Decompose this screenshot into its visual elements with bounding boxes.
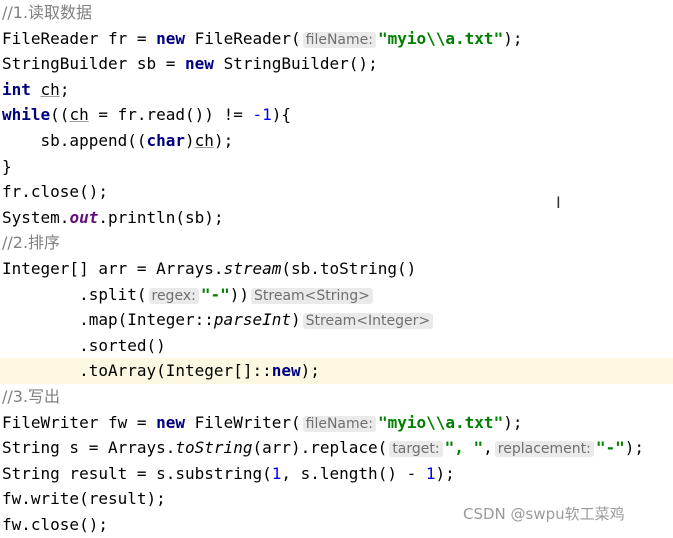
keyword-new: new bbox=[271, 361, 301, 381]
code-line-17[interactable]: FileWriter fw = new FileWriter(fileName:… bbox=[0, 410, 673, 436]
code-text: ); bbox=[624, 438, 645, 458]
code-text: .split( bbox=[2, 284, 147, 304]
code-text: .map(Integer:: bbox=[2, 310, 214, 330]
number-literal: -1 bbox=[252, 105, 272, 125]
param-hint: fileName: bbox=[302, 31, 376, 48]
code-text: ){ bbox=[271, 105, 291, 125]
code-text: StringBuilder(); bbox=[213, 54, 378, 74]
keyword-new: new bbox=[156, 412, 186, 432]
string-literal: "myio\\a.txt" bbox=[377, 412, 504, 432]
param-hint: replacement: bbox=[494, 441, 594, 458]
code-text: (sb.toString() bbox=[281, 259, 417, 278]
code-text: sb.append(( bbox=[2, 131, 147, 150]
code-text: System. bbox=[2, 207, 70, 227]
code-line-6[interactable]: sb.append((char)ch); bbox=[0, 128, 673, 154]
code-line-18[interactable]: String s = Arrays.toString(arr).replace(… bbox=[0, 435, 673, 461]
static-field-out: out bbox=[69, 207, 99, 227]
code-line-3[interactable]: StringBuilder sb = new StringBuilder(); bbox=[0, 51, 673, 77]
number-literal: 1 bbox=[271, 463, 282, 483]
code-text: ) bbox=[290, 310, 301, 330]
code-text: fw.close(); bbox=[2, 515, 108, 534]
code-text: (arr).replace( bbox=[252, 438, 388, 458]
code-text: ); bbox=[503, 412, 523, 432]
method-tostring: toString bbox=[175, 438, 253, 458]
code-text: ); bbox=[213, 131, 234, 150]
method-stream: stream bbox=[223, 259, 282, 278]
code-line-13[interactable]: .map(Integer::parseInt) Stream<Integer> bbox=[0, 307, 673, 333]
code-text: String result = s.substring( bbox=[2, 463, 272, 483]
string-literal: "myio\\a.txt" bbox=[377, 28, 504, 48]
code-line-5[interactable]: while((ch = fr.read()) != -1){ bbox=[0, 102, 673, 128]
code-comment: //3.写出 bbox=[2, 387, 61, 406]
code-line-2[interactable]: FileReader fr = new FileReader(fileName:… bbox=[0, 26, 673, 52]
keyword-int: int bbox=[2, 79, 31, 99]
code-text: fw.write(result); bbox=[2, 489, 166, 509]
code-line-4[interactable]: int ch; bbox=[0, 77, 673, 103]
code-text: ); bbox=[300, 361, 320, 381]
number-literal: 1 bbox=[425, 463, 436, 483]
code-text: String s = Arrays. bbox=[2, 438, 176, 458]
code-line-14[interactable]: .sorted() bbox=[0, 333, 673, 359]
code-text: , bbox=[483, 438, 493, 458]
param-hint: regex: bbox=[148, 287, 199, 304]
code-comment: //2.排序 bbox=[2, 233, 61, 253]
code-text: Integer[] arr = Arrays. bbox=[2, 259, 224, 278]
code-text: FileWriter fw = bbox=[2, 412, 157, 432]
code-text: FileReader( bbox=[185, 28, 301, 48]
code-text: FileReader fr = bbox=[2, 28, 157, 48]
code-text: ); bbox=[435, 463, 455, 483]
code-text: FileWriter( bbox=[185, 412, 301, 432]
code-text: .toArray(Integer[]:: bbox=[2, 361, 272, 381]
watermark: CSDN @swpu软工菜鸡 bbox=[463, 505, 625, 523]
code-line-8[interactable]: fr.close(); bbox=[0, 179, 673, 205]
param-hint: target: bbox=[389, 441, 443, 458]
code-text: ) bbox=[185, 131, 195, 150]
code-editor[interactable]: //1.读取数据 FileReader fr = new FileReader(… bbox=[0, 0, 673, 534]
type-hint: Stream<Integer> bbox=[302, 313, 434, 330]
code-line-9[interactable]: System.out.println(sb); bbox=[0, 205, 673, 231]
code-text: fr.close(); bbox=[2, 182, 108, 202]
code-text: = fr.read()) != bbox=[88, 105, 253, 125]
code-text: (( bbox=[50, 105, 70, 125]
keyword-char: char bbox=[146, 131, 186, 150]
code-line-1[interactable]: //1.读取数据 bbox=[0, 0, 673, 26]
string-literal: "-" bbox=[595, 438, 625, 458]
code-text: ); bbox=[503, 28, 523, 48]
code-line-10[interactable]: //2.排序 bbox=[0, 230, 673, 256]
code-text: .println(sb); bbox=[98, 207, 224, 227]
keyword-new: new bbox=[185, 54, 214, 74]
code-text: } bbox=[2, 156, 12, 176]
variable-ch: ch bbox=[194, 131, 214, 150]
code-text: StringBuilder sb = bbox=[2, 54, 186, 74]
code-line-12[interactable]: .split(regex: "-")) Stream<String> bbox=[0, 282, 673, 308]
text-cursor-icon: I bbox=[556, 193, 561, 212]
code-text: )) bbox=[229, 284, 249, 304]
code-text: .sorted() bbox=[2, 335, 166, 355]
string-literal: "-" bbox=[200, 284, 230, 304]
type-hint: Stream<String> bbox=[251, 287, 373, 304]
keyword-while: while bbox=[2, 105, 51, 125]
code-text: , s.length() - bbox=[281, 463, 426, 483]
variable-ch: ch bbox=[40, 79, 60, 99]
code-line-16[interactable]: //3.写出 bbox=[0, 384, 673, 410]
code-line-7[interactable]: } bbox=[0, 154, 673, 180]
code-line-15-current[interactable]: .toArray(Integer[]::new); bbox=[0, 358, 673, 384]
variable-ch: ch bbox=[69, 105, 89, 125]
code-text: ; bbox=[59, 79, 70, 99]
code-line-19[interactable]: String result = s.substring(1, s.length(… bbox=[0, 461, 673, 487]
code-comment: //1.读取数据 bbox=[2, 3, 93, 22]
string-literal: ", " bbox=[444, 438, 484, 458]
code-line-11[interactable]: Integer[] arr = Arrays.stream(sb.toStrin… bbox=[0, 256, 673, 282]
keyword-new: new bbox=[156, 28, 186, 48]
param-hint: fileName: bbox=[302, 415, 376, 432]
method-parseint: parseInt bbox=[213, 310, 291, 330]
